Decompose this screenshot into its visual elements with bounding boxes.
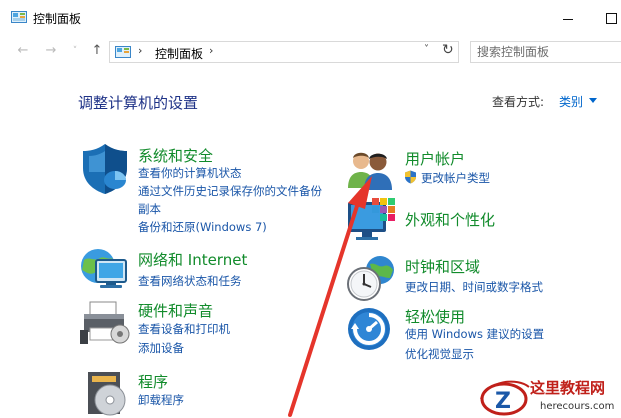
forward-button[interactable]: → (42, 42, 60, 60)
control-panel-window: 控制面板 ← → ˅ ↑ › 控制面板 › ˅ ↻ 调整计算机的设置 查看方式:… (0, 0, 621, 418)
link-backup-restore[interactable]: 备份和还原(Windows 7) (138, 219, 267, 235)
shield-icon[interactable] (79, 142, 131, 196)
up-button[interactable]: ↑ (88, 42, 106, 60)
search-box[interactable] (470, 41, 621, 63)
users-icon[interactable] (346, 148, 394, 190)
link-optimize-visual-display[interactable]: 优化视觉显示 (405, 346, 474, 362)
link-view-computer-status[interactable]: 查看你的计算机状态 (138, 165, 242, 181)
svg-text:Z: Z (495, 389, 511, 414)
link-uninstall-program[interactable]: 卸载程序 (138, 392, 184, 408)
category-title-clock-region[interactable]: 时钟和区域 (405, 256, 480, 277)
programs-disc-icon[interactable] (84, 366, 130, 418)
monitor-palette-icon[interactable] (346, 196, 400, 244)
category-title-network-internet[interactable]: 网络和 Internet (138, 249, 247, 270)
link-change-account-type[interactable]: 更改帐户类型 (421, 170, 490, 186)
link-use-windows-recommended[interactable]: 使用 Windows 建议的设置 (405, 326, 544, 342)
link-view-network-status[interactable]: 查看网络状态和任务 (138, 273, 242, 289)
category-title-system-security[interactable]: 系统和安全 (138, 145, 213, 166)
view-by-dropdown[interactable]: 类别 (559, 93, 583, 110)
view-by-label: 查看方式: (492, 95, 545, 109)
address-dropdown-button[interactable]: ˅ (424, 44, 429, 55)
category-title-user-accounts[interactable]: 用户帐户 (405, 148, 465, 169)
clock-globe-icon[interactable] (346, 254, 398, 302)
category-title-appearance-personalization[interactable]: 外观和个性化 (405, 209, 495, 230)
minimize-button[interactable] (555, 6, 581, 28)
watermark-title: 这里教程网 (530, 379, 606, 397)
uac-shield-icon (405, 170, 416, 184)
control-panel-icon (11, 11, 27, 23)
control-panel-icon (115, 46, 131, 58)
breadcrumb-control-panel[interactable]: 控制面板 (155, 45, 203, 62)
category-title-programs[interactable]: 程序 (138, 371, 168, 392)
breadcrumb-separator[interactable]: › (138, 44, 142, 57)
category-title-hardware-sound[interactable]: 硬件和声音 (138, 300, 213, 321)
category-title-ease-of-access[interactable]: 轻松使用 (405, 306, 465, 327)
search-input[interactable] (477, 44, 617, 60)
watermark-logo: Z (480, 380, 530, 416)
breadcrumb-separator[interactable]: › (209, 44, 213, 57)
chevron-down-icon[interactable] (589, 98, 597, 103)
link-change-date-time-format[interactable]: 更改日期、时间或数字格式 (405, 279, 543, 295)
ease-of-access-icon[interactable] (346, 306, 392, 352)
window-title: 控制面板 (33, 12, 82, 26)
navigation-bar: ← → ˅ ↑ › 控制面板 › ˅ ↻ (0, 36, 621, 68)
network-globe-icon[interactable] (78, 246, 132, 290)
link-file-history-backup-cont[interactable]: 副本 (138, 201, 161, 217)
link-view-devices-printers[interactable]: 查看设备和打印机 (138, 321, 230, 337)
page-title: 调整计算机的设置 (78, 94, 199, 112)
link-file-history-backup[interactable]: 通过文件历史记录保存你的文件备份 (138, 183, 322, 199)
address-bar[interactable]: › 控制面板 › ˅ ↻ (109, 41, 459, 63)
title-bar: 控制面板 (0, 0, 621, 34)
maximize-button[interactable] (597, 6, 621, 28)
back-button[interactable]: ← (14, 42, 32, 60)
watermark-url: herecours.com (540, 401, 615, 412)
recent-locations-button[interactable]: ˅ (66, 42, 84, 60)
printer-icon[interactable] (80, 300, 132, 346)
refresh-button[interactable]: ↻ (442, 42, 454, 58)
link-add-device[interactable]: 添加设备 (138, 340, 184, 356)
